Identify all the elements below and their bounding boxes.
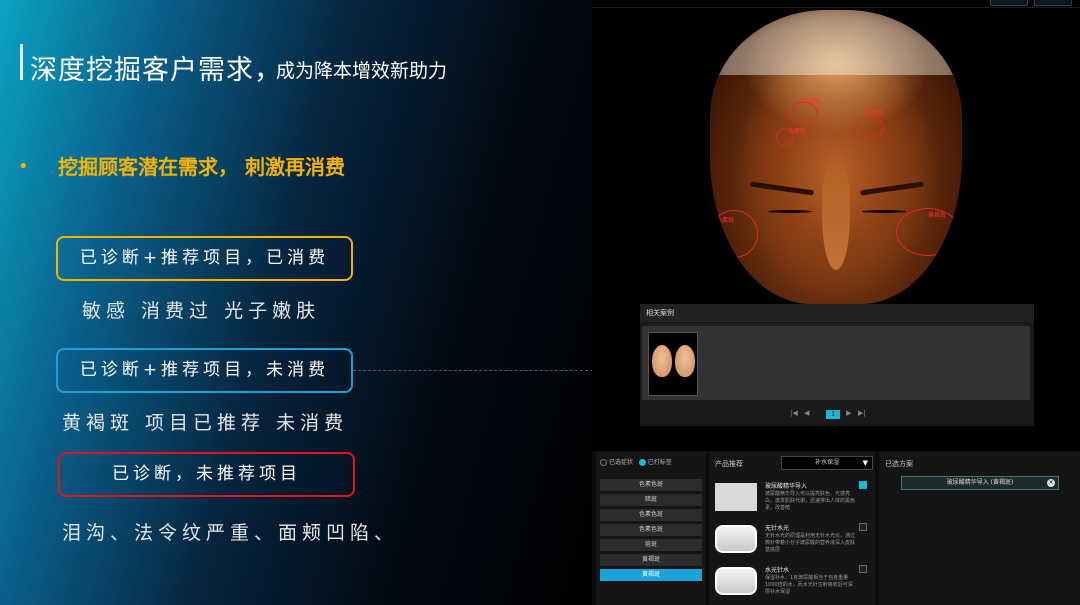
left-eye [768, 210, 812, 213]
card-consumed: 已诊断+推荐项目，已消费 [56, 236, 353, 281]
case-thumbnail[interactable] [648, 332, 698, 396]
selected-plan-item[interactable]: 玻尿酸精华导入 (黄褐斑) × [901, 476, 1059, 490]
radio-label: 已打标签 [647, 459, 672, 466]
spot-label: 色素斑 [716, 217, 735, 224]
spot-marker[interactable] [854, 116, 884, 140]
current-page[interactable]: 1 [826, 410, 840, 419]
title-accent-bar [20, 44, 23, 80]
nose-region [822, 160, 850, 270]
pagination: |◀ ◀ 1 ▶ ▶| [790, 409, 890, 421]
selected-plan-panel: 已选方案 玻尿酸精华导入 (黄褐斑) × [879, 451, 1080, 605]
product-checkbox[interactable] [859, 523, 867, 531]
spot-label: 色素斑 [866, 110, 885, 117]
product-panel-title: 产品推荐 [715, 460, 743, 468]
product-checkbox[interactable] [859, 481, 867, 489]
product-name: 水光针水 [765, 567, 790, 574]
symptom-panel: 已选症状 已打标签 色素色斑 暗斑 色素色斑 色素色斑 痘斑 黄褐斑 黄褐斑 [596, 451, 706, 605]
card-not-consumed-detail: 黄褐斑 项目已推荐 未消费 [62, 412, 349, 434]
slide-title: 深度挖掘客户需求， [30, 55, 282, 86]
related-cases-panel: 相关案例 |◀ ◀ 1 ▶ ▶| [640, 304, 1034, 426]
filter-radio-group: 已选症状 已打标签 [600, 457, 672, 466]
symptom-item[interactable]: 色素色斑 [600, 479, 702, 491]
product-image [715, 567, 757, 595]
hair-region [710, 10, 962, 75]
spot-label: 色素斑 [802, 98, 821, 105]
slide-panel: 深度挖掘客户需求， 成为降本增效新助力 • 挖掘顾客潜在需求， 刺激再消费 已诊… [0, 0, 593, 605]
case-before-face [652, 345, 672, 377]
bullet-heading: 挖掘顾客潜在需求， 刺激再消费 [58, 155, 345, 179]
dropdown-value: 补水保湿 [814, 459, 839, 466]
slide-subtitle: 成为降本增效新助力 [276, 60, 448, 82]
symptom-item[interactable]: 暗斑 [600, 494, 702, 506]
prev-page-button[interactable]: ◀ [804, 409, 809, 417]
skin-analysis-app: 色素斑 色素斑 色素斑 色素斑 黄褐斑 相关案例 |◀ ◀ 1 ▶ ▶| 已选症… [592, 0, 1080, 605]
case-after-face [675, 345, 695, 377]
skin-analysis-face-image: 色素斑 色素斑 色素斑 色素斑 黄褐斑 [710, 10, 962, 304]
radio-label: 已选症状 [609, 459, 634, 466]
next-page-button[interactable]: ▶ [846, 409, 851, 417]
symptom-item[interactable]: 痘斑 [600, 539, 702, 551]
product-checkbox[interactable] [859, 565, 867, 573]
product-recommend-panel: 产品推荐 补水保湿 ▼ 玻尿酸精华导入 玻尿酸精华导入可以提亮肤色、光感亮白，激… [709, 451, 875, 605]
toolbar-button[interactable] [1034, 0, 1072, 6]
selected-plan-title: 已选方案 [885, 460, 913, 468]
radio-tagged[interactable] [638, 459, 646, 466]
product-item[interactable]: 水光针水 保湿补水：1克玻尿酸相当于自身重量1000倍的水，而水光针注射吸收后可… [713, 563, 873, 601]
spot-marker[interactable] [788, 102, 818, 124]
spot-label: 黄褐斑 [928, 212, 947, 219]
toolbar-button[interactable] [990, 0, 1028, 6]
product-image [715, 483, 757, 511]
bullet-dot-icon: • [18, 156, 29, 177]
card-not-recommended-detail: 泪沟、法令纹严重、面颊凹陷、 [62, 522, 399, 544]
product-desc: 无针水光的原理是利用无针水光仪，通过微针带着小分子玻尿酸的营养液深入皮肤基底层 [765, 533, 856, 553]
cases-title: 相关案例 [640, 304, 1034, 322]
product-name: 无针水光 [765, 525, 790, 532]
radio-selected-symptoms[interactable] [600, 459, 607, 466]
card-not-recommended: 已诊断，未推荐项目 [58, 452, 355, 497]
product-desc: 保湿补水：1克玻尿酸相当于自身重量1000倍的水，而水光针注射吸收后可深层补水保… [765, 575, 853, 595]
right-eye [862, 210, 906, 213]
top-toolbar [592, 0, 1080, 8]
left-brow [749, 181, 815, 196]
last-page-button[interactable]: ▶| [858, 409, 866, 417]
symptom-item[interactable]: 黄褐斑 [600, 554, 702, 566]
right-brow [859, 181, 925, 196]
card-not-consumed: 已诊断+推荐项目，未消费 [56, 348, 353, 393]
chevron-down-icon: ▼ [862, 459, 868, 467]
selected-plan-label: 玻尿酸精华导入 (黄褐斑) [946, 479, 1014, 486]
category-dropdown[interactable]: 补水保湿 ▼ [781, 456, 873, 470]
symptom-item-active[interactable]: 黄褐斑 [600, 569, 702, 581]
bottom-panels: 已选症状 已打标签 色素色斑 暗斑 色素色斑 色素色斑 痘斑 黄褐斑 黄褐斑 产… [592, 451, 1080, 605]
product-item[interactable]: 玻尿酸精华导入 玻尿酸精华导入可以提亮肤色、光感亮白，激发肌肤代谢，迅速排出人体… [713, 479, 873, 517]
cases-list [642, 326, 1030, 400]
symptom-item[interactable]: 色素色斑 [600, 509, 702, 521]
close-icon[interactable]: × [1047, 479, 1055, 487]
product-desc: 玻尿酸精华导入可以提亮肤色、光感亮白，激发肌肤代谢，迅速排出人体的黑色素，改善暗 [765, 491, 856, 511]
connector-line [353, 370, 593, 371]
product-item[interactable]: 无针水光 无针水光的原理是利用无针水光仪，通过微针带着小分子玻尿酸的营养液深入皮… [713, 521, 873, 559]
symptom-item[interactable]: 色素色斑 [600, 524, 702, 536]
product-image [715, 525, 757, 553]
spot-label: 色素斑 [788, 128, 807, 135]
card-consumed-detail: 敏感 消费过 光子嫩肤 [82, 300, 321, 322]
first-page-button[interactable]: |◀ [790, 409, 798, 417]
product-name: 玻尿酸精华导入 [765, 483, 808, 490]
